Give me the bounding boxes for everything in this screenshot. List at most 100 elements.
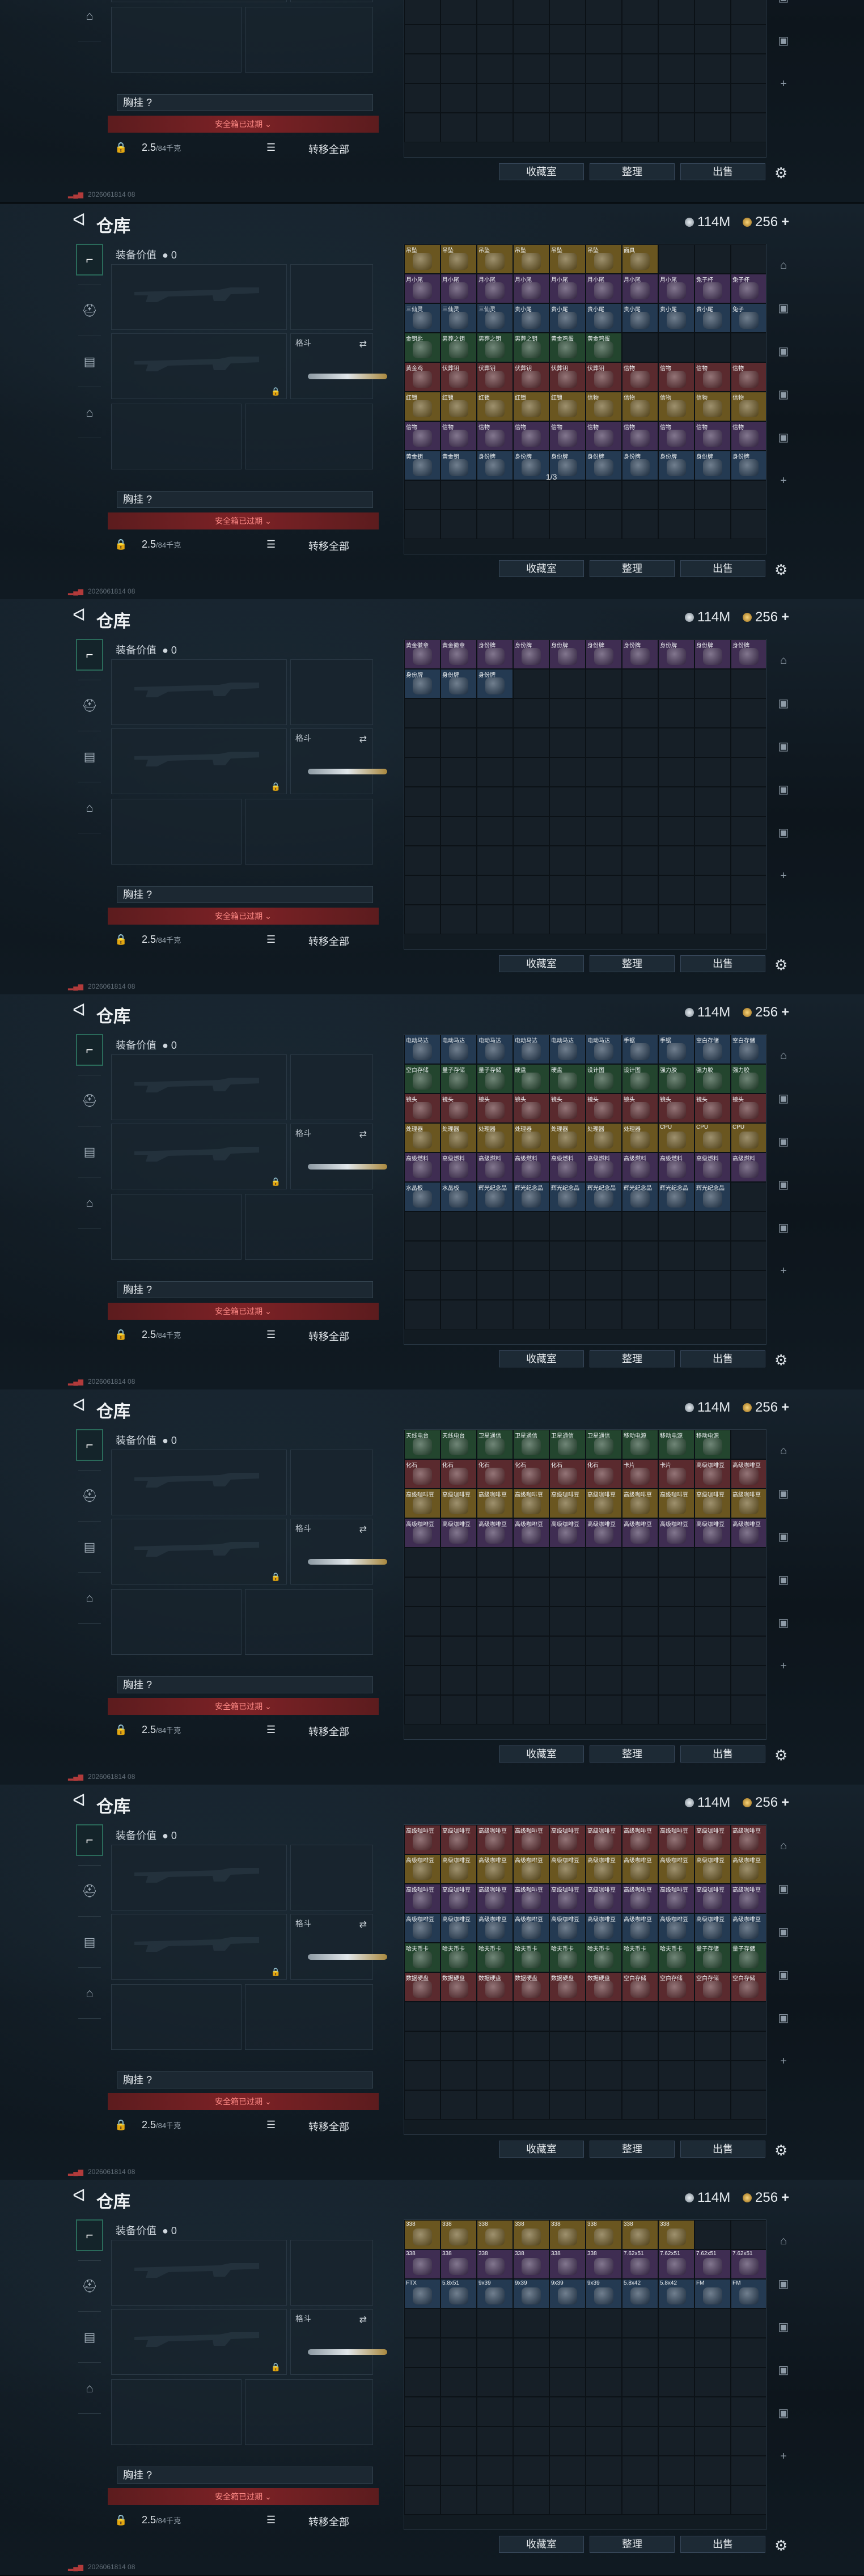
case-icon[interactable]: ▣ <box>773 1570 794 1590</box>
gate-icon[interactable]: ⌂ <box>773 255 794 276</box>
item-cell[interactable]: 黄金钥 <box>404 451 441 480</box>
item-cell[interactable]: 伏葬钥 <box>586 362 622 392</box>
transfer-all-button[interactable]: 转移全部 <box>308 1329 349 1344</box>
box-icon[interactable]: ▣ <box>773 1922 794 1942</box>
sell-button[interactable]: 出售 <box>680 560 765 577</box>
item-cell[interactable]: 高级咖啡豆 <box>549 1854 586 1884</box>
weapon-tab-icon[interactable]: ⌐ <box>76 1034 103 1066</box>
secondary-weapon-slot[interactable]: 🔒 <box>111 1519 287 1584</box>
item-cell[interactable]: 数据硬盘 <box>477 1972 513 2002</box>
item-cell[interactable]: FM <box>731 2279 766 2308</box>
back-icon[interactable]: ᐊ <box>73 1002 87 1019</box>
item-cell[interactable]: 高级咖啡豆 <box>694 1913 731 1943</box>
armor-slot[interactable] <box>245 1194 373 1260</box>
item-cell[interactable]: 338 <box>549 2220 586 2249</box>
item-cell[interactable]: 高级咖啡豆 <box>622 1913 658 1943</box>
helmet-slot[interactable] <box>111 404 242 469</box>
bag-icon[interactable]: ▣ <box>773 693 794 714</box>
item-cell[interactable]: 量子存储 <box>694 1943 731 1972</box>
item-cell[interactable]: 高级咖啡豆 <box>694 1884 731 1913</box>
item-cell[interactable]: 高级咖啡豆 <box>441 1884 477 1913</box>
item-cell[interactable]: 高级咖啡豆 <box>404 1518 441 1548</box>
item-cell[interactable]: 高级咖啡豆 <box>404 1884 441 1913</box>
melee-slot[interactable]: 格斗⇄ <box>290 0 373 2</box>
item-cell[interactable]: 高级咖啡豆 <box>513 1489 549 1518</box>
sell-button[interactable]: 出售 <box>680 1350 765 1367</box>
transfer-all-button[interactable]: 转移全部 <box>308 142 349 156</box>
helmet-tab-icon[interactable]: ⛑ <box>76 2270 103 2302</box>
crate-icon[interactable]: ▣ <box>773 2403 794 2424</box>
crate-icon[interactable]: ▣ <box>773 1218 794 1238</box>
helmet-tab-icon[interactable]: ⛑ <box>76 690 103 722</box>
list-icon[interactable]: ☰ <box>266 142 276 154</box>
item-cell[interactable]: 高级咖啡豆 <box>622 1884 658 1913</box>
item-cell[interactable]: 镜头 <box>441 1094 477 1123</box>
armor-tab-icon[interactable]: ▤ <box>76 1926 103 1958</box>
item-cell[interactable]: 信物 <box>694 421 731 451</box>
gate-icon[interactable]: ⌂ <box>773 1440 794 1461</box>
bag-tab-icon[interactable]: ⌂ <box>76 0 103 32</box>
item-cell[interactable]: 移动电源 <box>658 1430 694 1459</box>
list-icon[interactable]: ☰ <box>266 1724 276 1736</box>
gate-icon[interactable]: ⌂ <box>773 650 794 671</box>
armor-tab-icon[interactable]: ▤ <box>76 1531 103 1563</box>
item-cell[interactable]: 高级咖啡豆 <box>731 1459 766 1489</box>
item-cell[interactable]: 5.8x42 <box>622 2279 658 2308</box>
sell-button[interactable]: 出售 <box>680 2141 765 2158</box>
gold-currency[interactable]: 256 + <box>743 1005 789 1020</box>
item-cell[interactable]: 辉光纪念品 <box>658 1182 694 1211</box>
gold-currency[interactable]: 256 + <box>743 1795 789 1811</box>
weapon-tab-icon[interactable]: ⌐ <box>76 244 103 276</box>
item-cell[interactable]: 高级咖啡豆 <box>513 1518 549 1548</box>
item-cell[interactable]: 高级咖啡豆 <box>731 1489 766 1518</box>
sell-button[interactable]: 出售 <box>680 2536 765 2553</box>
item-cell[interactable]: 空白存储 <box>731 1972 766 2002</box>
item-cell[interactable]: 水晶板 <box>404 1182 441 1211</box>
item-cell[interactable]: 电动马达 <box>549 1035 586 1064</box>
item-cell[interactable]: 身份牌 <box>404 669 441 698</box>
transfer-all-button[interactable]: 转移全部 <box>308 539 349 553</box>
item-cell[interactable]: 辉光纪念品 <box>694 1182 731 1211</box>
chest-rig-slot[interactable]: 胸挂 ? <box>117 886 373 903</box>
item-cell[interactable]: 338 <box>549 2249 586 2279</box>
primary-weapon-slot[interactable] <box>111 1845 287 1910</box>
armor-tab-icon[interactable]: ▤ <box>76 741 103 773</box>
item-cell[interactable]: 信物 <box>622 421 658 451</box>
item-cell[interactable]: CPU <box>658 1123 694 1153</box>
item-cell[interactable]: 吊坠 <box>441 244 477 274</box>
item-cell[interactable]: 高级咖啡豆 <box>549 1825 586 1854</box>
plus-icon[interactable]: + <box>773 1656 794 1676</box>
item-cell[interactable]: 高级咖啡豆 <box>731 1884 766 1913</box>
item-cell[interactable]: 身份牌 <box>549 639 586 669</box>
plus-icon[interactable]: + <box>773 866 794 886</box>
item-cell[interactable]: 空白存储 <box>658 1972 694 2002</box>
item-cell[interactable]: 身份牌 <box>694 639 731 669</box>
item-cell[interactable]: 镜头 <box>549 1094 586 1123</box>
item-cell[interactable]: 吊坠 <box>477 244 513 274</box>
chest-rig-slot[interactable]: 胸挂 ? <box>117 94 373 111</box>
pistol-slot[interactable] <box>290 659 373 725</box>
item-cell[interactable]: 红锁 <box>549 392 586 421</box>
item-cell[interactable]: 处理器 <box>441 1123 477 1153</box>
collection-room-button[interactable]: 收藏室 <box>499 955 584 972</box>
item-cell[interactable]: 手锯 <box>658 1035 694 1064</box>
melee-slot[interactable]: 格斗⇄ <box>290 333 387 399</box>
item-cell[interactable]: 卡片 <box>622 1459 658 1489</box>
item-cell[interactable]: 高级燃料 <box>586 1153 622 1182</box>
swap-icon[interactable]: ⇄ <box>359 1919 367 1930</box>
swap-icon[interactable]: ⇄ <box>359 1524 367 1535</box>
helmet-tab-icon[interactable]: ⛑ <box>76 1480 103 1512</box>
item-cell[interactable]: 338 <box>513 2249 549 2279</box>
item-cell[interactable]: 身份牌 <box>731 451 766 480</box>
item-cell[interactable]: 高级燃料 <box>513 1153 549 1182</box>
armor-slot[interactable] <box>245 404 373 469</box>
add-currency-icon[interactable]: + <box>781 2190 789 2206</box>
bag-tab-icon[interactable]: ⌂ <box>76 1582 103 1614</box>
item-cell[interactable]: 5.8x51 <box>441 2279 477 2308</box>
item-cell[interactable]: 信物 <box>658 421 694 451</box>
item-cell[interactable]: 强力胶 <box>731 1064 766 1094</box>
item-cell[interactable]: 化石 <box>441 1459 477 1489</box>
item-cell[interactable]: 身份牌 <box>586 639 622 669</box>
safe-box-expired-banner[interactable]: 安全箱已过期 ⌄ <box>108 116 379 133</box>
item-cell[interactable]: 高级咖啡豆 <box>658 1913 694 1943</box>
